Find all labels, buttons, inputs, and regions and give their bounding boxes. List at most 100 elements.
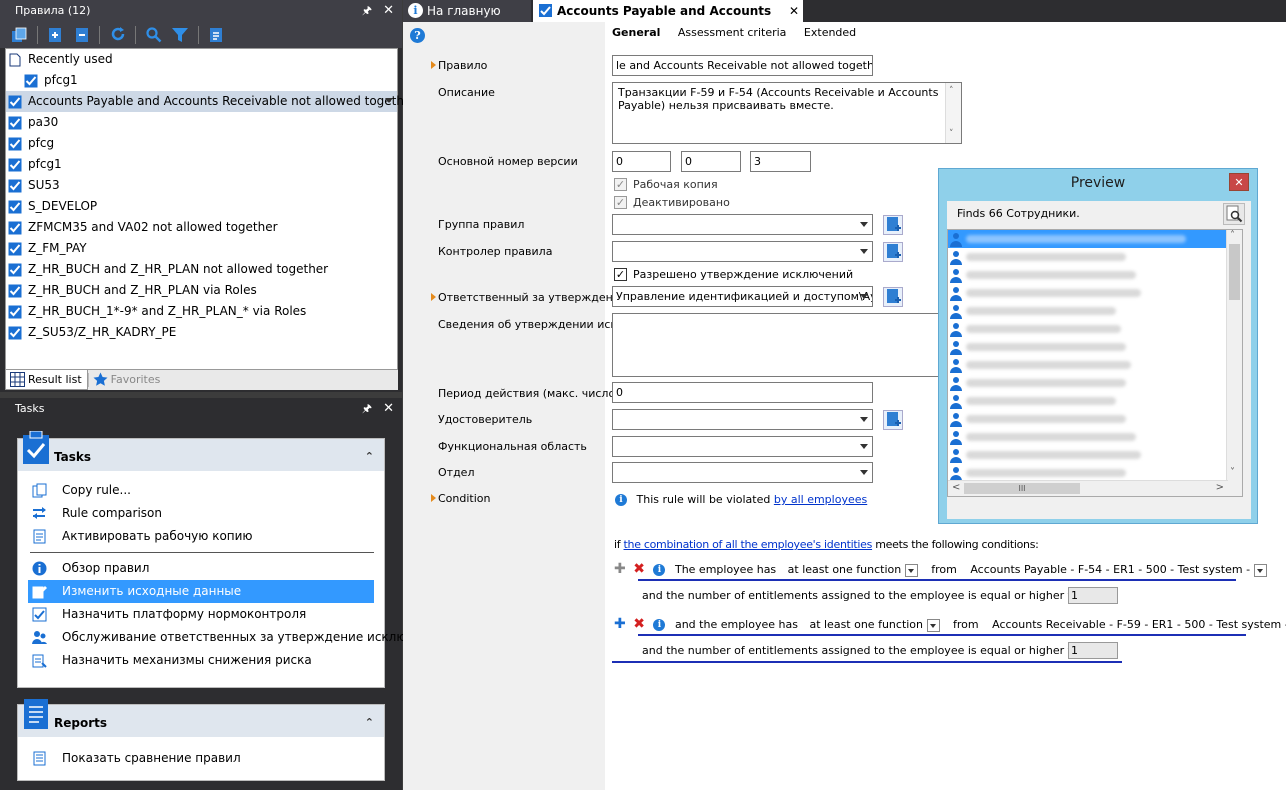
delete-rule-icon[interactable] bbox=[73, 26, 91, 44]
tree-item[interactable]: pfcg bbox=[6, 133, 397, 154]
version-patch-input[interactable]: 3 bbox=[750, 151, 811, 172]
pin-icon[interactable]: 🖈 bbox=[362, 398, 372, 420]
rules-tree[interactable]: Recently used pfcg1 Accounts Payable and A… bbox=[5, 48, 416, 370]
tree-item[interactable]: Z_SU53/Z_HR_KADRY_PE bbox=[6, 322, 397, 343]
task-item[interactable]: Rule comparison bbox=[28, 502, 374, 525]
task-item[interactable]: Изменить исходные данные bbox=[28, 580, 374, 603]
tab-extended[interactable]: Extended bbox=[804, 26, 856, 39]
preview-employee-row[interactable] bbox=[948, 410, 1242, 428]
pin-icon[interactable]: 🖈 bbox=[362, 0, 372, 22]
task-item[interactable]: Обзор правил bbox=[28, 557, 374, 580]
tree-item[interactable]: Z_HR_BUCH and Z_HR_PLAN not allowed toge… bbox=[6, 259, 397, 280]
add-approver-button[interactable] bbox=[883, 287, 903, 307]
version-minor-input[interactable]: 0 bbox=[681, 151, 741, 172]
exceptions-allowed-checkbox[interactable]: ✓ Разрешено утверждение исключений bbox=[614, 268, 853, 281]
functional-area-select[interactable] bbox=[612, 436, 873, 457]
source-select[interactable]: Accounts Payable - F-54 - ER1 - 500 - Te… bbox=[970, 563, 1250, 576]
certifier-select[interactable] bbox=[612, 409, 873, 430]
task-item[interactable]: Активировать рабочую копию bbox=[28, 525, 374, 548]
tree-item[interactable]: Recently used bbox=[6, 49, 397, 70]
combination-link[interactable]: the combination of all the employee's id… bbox=[624, 538, 873, 551]
preview-employee-row[interactable] bbox=[948, 392, 1242, 410]
collapse-chevron-icon[interactable]: ⌃ bbox=[365, 705, 374, 741]
tree-item[interactable]: SU53 bbox=[6, 175, 397, 196]
controller-select[interactable] bbox=[612, 241, 873, 262]
reports-box-header[interactable]: Reports ⌃ bbox=[18, 699, 384, 737]
quantifier-select[interactable]: at least one function bbox=[809, 618, 923, 631]
quantifier-select[interactable]: at least one function bbox=[788, 563, 902, 576]
tree-item[interactable]: Z_FM_PAY bbox=[6, 238, 397, 259]
preview-employee-list[interactable]: ˄ ˅ < III > bbox=[947, 229, 1243, 497]
preview-employee-row[interactable] bbox=[948, 374, 1242, 392]
info-icon[interactable]: i bbox=[653, 564, 666, 576]
add-condition-icon[interactable]: ✚ bbox=[614, 616, 626, 632]
preview-close-button[interactable]: ✕ bbox=[1229, 173, 1249, 191]
source-select[interactable]: Accounts Receivable - F-59 - ER1 - 500 -… bbox=[992, 618, 1286, 631]
filter-icon[interactable] bbox=[171, 26, 189, 44]
deactivated-checkbox[interactable]: ✓ Деактивировано bbox=[614, 196, 730, 209]
quantifier-dropdown-icon[interactable] bbox=[926, 618, 940, 632]
preview-employee-row[interactable] bbox=[948, 428, 1242, 446]
close-icon[interactable]: ✕ bbox=[383, 398, 394, 420]
tree-item[interactable]: Z_HR_BUCH_1*-9* and Z_HR_PLAN_* via Role… bbox=[6, 301, 397, 322]
quantifier-dropdown-icon[interactable] bbox=[904, 563, 918, 577]
tab-home[interactable]: i На главную bbox=[403, 0, 531, 22]
remove-condition-icon[interactable]: ✖ bbox=[633, 561, 645, 577]
tab-assessment-criteria[interactable]: Assessment criteria bbox=[678, 26, 787, 39]
collapse-chevron-icon[interactable]: ⌃ bbox=[365, 439, 374, 475]
search-icon[interactable] bbox=[145, 26, 163, 44]
tree-item[interactable]: pfcg1 bbox=[6, 154, 397, 175]
tasks-box-header[interactable]: Tasks ⌃ bbox=[18, 431, 384, 471]
close-icon[interactable]: ✕ bbox=[383, 0, 394, 22]
remove-condition-icon[interactable]: ✖ bbox=[633, 616, 645, 632]
preview-employee-row[interactable] bbox=[948, 338, 1242, 356]
preview-employee-row[interactable] bbox=[948, 302, 1242, 320]
preview-search-button[interactable] bbox=[1223, 203, 1245, 225]
tab-rule[interactable]: Accounts Payable and Accounts Rece... ✕ bbox=[533, 0, 803, 40]
period-input[interactable]: 0 bbox=[612, 382, 873, 403]
add-condition-icon[interactable]: ✚ bbox=[614, 561, 626, 577]
preview-employee-row[interactable] bbox=[948, 230, 1242, 248]
add-group-button[interactable] bbox=[883, 215, 903, 235]
tab-result-list[interactable]: Result list bbox=[5, 370, 88, 390]
working-copy-checkbox[interactable]: ✓ Рабочая копия bbox=[614, 178, 718, 191]
preview-vertical-scrollbar[interactable]: ˄ ˅ bbox=[1226, 230, 1242, 496]
tree-item[interactable]: Accounts Payable and Accounts Receivable… bbox=[6, 91, 416, 112]
preview-employee-row[interactable] bbox=[948, 248, 1242, 266]
description-textarea[interactable]: Транзакции F-59 и F-54 (Accounts Receiva… bbox=[612, 82, 962, 144]
copy-rules-icon[interactable] bbox=[10, 26, 28, 44]
all-employees-link[interactable]: by all employees bbox=[774, 493, 867, 506]
tree-item[interactable]: S_DEVELOP bbox=[6, 196, 397, 217]
group-select[interactable] bbox=[612, 214, 873, 235]
add-certifier-button[interactable] bbox=[883, 410, 903, 430]
rule-name-input[interactable]: le and Accounts Receivable not allowed t… bbox=[612, 55, 873, 76]
threshold-input-2[interactable]: 1 bbox=[1068, 642, 1118, 659]
add-controller-button[interactable] bbox=[883, 242, 903, 262]
approval-info-textarea[interactable] bbox=[612, 313, 952, 377]
preview-employee-row[interactable] bbox=[948, 266, 1242, 284]
department-select[interactable] bbox=[612, 462, 873, 483]
tree-item[interactable]: ZFMCM35 and VA02 not allowed together bbox=[6, 217, 397, 238]
new-rule-icon[interactable] bbox=[46, 26, 64, 44]
task-item[interactable]: Назначить механизмы снижения риска bbox=[28, 649, 374, 672]
tab-favorites[interactable]: Favorites bbox=[89, 370, 166, 390]
task-item[interactable]: Обслуживание ответственных за утверждени… bbox=[28, 626, 444, 649]
task-item[interactable]: Copy rule... bbox=[28, 479, 374, 502]
close-tab-icon[interactable]: ✕ bbox=[789, 0, 799, 22]
description-scrollbar[interactable]: ˄ ˅ bbox=[945, 83, 961, 143]
refresh-icon[interactable] bbox=[109, 26, 127, 44]
version-major-input[interactable]: 0 bbox=[612, 151, 671, 172]
task-item[interactable]: Показать сравнение правил bbox=[28, 747, 374, 770]
tree-item[interactable]: pa30 bbox=[6, 112, 397, 133]
export-icon[interactable] bbox=[207, 26, 225, 44]
preview-employee-row[interactable] bbox=[948, 284, 1242, 302]
preview-employee-row[interactable] bbox=[948, 356, 1242, 374]
task-item[interactable]: Назначить платформу нормоконтроля bbox=[28, 603, 374, 626]
preview-employee-row[interactable] bbox=[948, 446, 1242, 464]
approver-select[interactable]: Управление идентификацией и доступом\Ау bbox=[612, 286, 873, 307]
info-icon[interactable]: i bbox=[653, 619, 666, 631]
preview-employee-row[interactable] bbox=[948, 320, 1242, 338]
tab-general[interactable]: General bbox=[612, 26, 660, 39]
threshold-input-1[interactable]: 1 bbox=[1068, 587, 1118, 604]
preview-horizontal-scrollbar[interactable]: < III > bbox=[948, 480, 1228, 496]
